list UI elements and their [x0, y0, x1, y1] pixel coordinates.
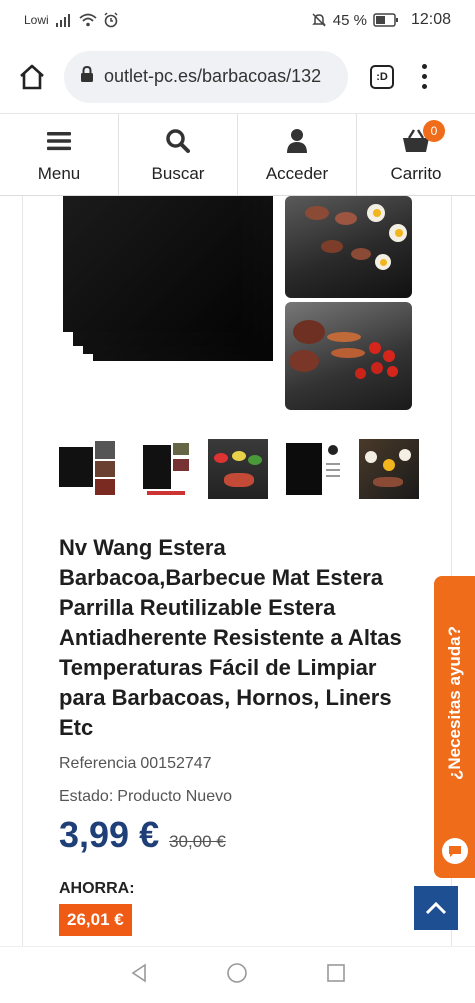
product-reference: Referencia 00152747 [59, 755, 212, 773]
reference-label: Referencia [59, 755, 137, 772]
price-block: 3,99 € 30,00 € [59, 814, 226, 856]
clock: 12:08 [410, 11, 451, 28]
mat-layer [63, 196, 243, 332]
thumbnail-2[interactable] [132, 439, 193, 499]
address-bar[interactable]: outlet-pc.es/barbacoas/132 [64, 50, 348, 103]
nav-search[interactable]: Buscar [119, 114, 238, 195]
lock-icon [80, 65, 94, 88]
grill-photo-meat[interactable] [285, 302, 412, 410]
old-price: 30,00 € [169, 832, 226, 851]
chat-icon [442, 838, 468, 864]
battery-percent: 45 % [332, 11, 367, 29]
thumbnail-3[interactable] [208, 439, 268, 499]
nav-menu-label: Menu [37, 163, 81, 183]
back-to-top-button[interactable] [414, 886, 458, 930]
nav-menu[interactable]: Menu [0, 114, 119, 195]
dot-icon [421, 74, 427, 79]
screen: Lowi 45 % 12:08 outlet-pc.es/barbacoas/1… [0, 0, 475, 1003]
dot-icon [421, 84, 427, 89]
status-bar: Lowi 45 % 12:08 [0, 0, 475, 40]
recents-icon[interactable] [326, 963, 346, 988]
nav-cart[interactable]: 0 Carrito [357, 114, 475, 195]
main-product-image[interactable] [63, 196, 278, 366]
carrier-label: Lowi [24, 13, 49, 27]
product-content: Nv Wang Estera Barbacoa,Barbecue Mat Est… [22, 196, 452, 946]
chevron-up-icon [425, 901, 447, 915]
help-tab[interactable]: ¿Necesitas ayuda? [434, 576, 475, 878]
system-navigation-bar [0, 946, 475, 1003]
thumbnail-1[interactable] [57, 439, 117, 499]
hamburger-icon [47, 126, 71, 156]
user-icon [286, 126, 308, 156]
nav-search-label: Buscar [151, 163, 205, 183]
savings-badge: 26,01 € [59, 904, 132, 936]
savings-label: AHORRA: [59, 880, 135, 897]
wifi-icon [79, 13, 97, 27]
thumbnail-4[interactable] [283, 439, 344, 499]
nav-cart-label: Carrito [390, 163, 442, 183]
thumbnail-5[interactable] [359, 439, 419, 499]
help-tab-label: ¿Necesitas ayuda? [444, 625, 464, 781]
grill-photo-eggs[interactable] [285, 196, 412, 298]
nav-login[interactable]: Acceder [238, 114, 357, 195]
mute-icon [311, 12, 327, 28]
site-nav: Menu Buscar Acceder 0 Carrito [0, 114, 475, 196]
alarm-icon [103, 12, 119, 28]
thumbnail-strip [57, 439, 419, 499]
dot-icon [421, 64, 427, 69]
reference-value: 00152747 [140, 755, 212, 772]
condition-value: Producto Nuevo [117, 788, 232, 805]
home-circle-icon[interactable] [226, 962, 248, 989]
browser-toolbar: outlet-pc.es/barbacoas/132 :D [0, 40, 475, 114]
home-button[interactable] [14, 59, 50, 95]
browser-menu-button[interactable] [420, 64, 428, 89]
condition-label: Estado: [59, 788, 114, 805]
battery-icon [373, 13, 399, 27]
tabs-button[interactable]: :D [370, 64, 394, 89]
nav-login-label: Acceder [265, 163, 329, 183]
url-text: outlet-pc.es/barbacoas/132 [104, 66, 322, 86]
signal-icon [55, 13, 73, 27]
home-icon [20, 64, 44, 89]
product-title: Nv Wang Estera Barbacoa,Barbecue Mat Est… [59, 535, 402, 740]
current-price: 3,99 € [59, 814, 160, 855]
cart-count-badge: 0 [423, 120, 445, 142]
search-icon [165, 126, 191, 156]
product-condition: Estado: Producto Nuevo [59, 788, 232, 806]
back-icon[interactable] [129, 963, 149, 988]
